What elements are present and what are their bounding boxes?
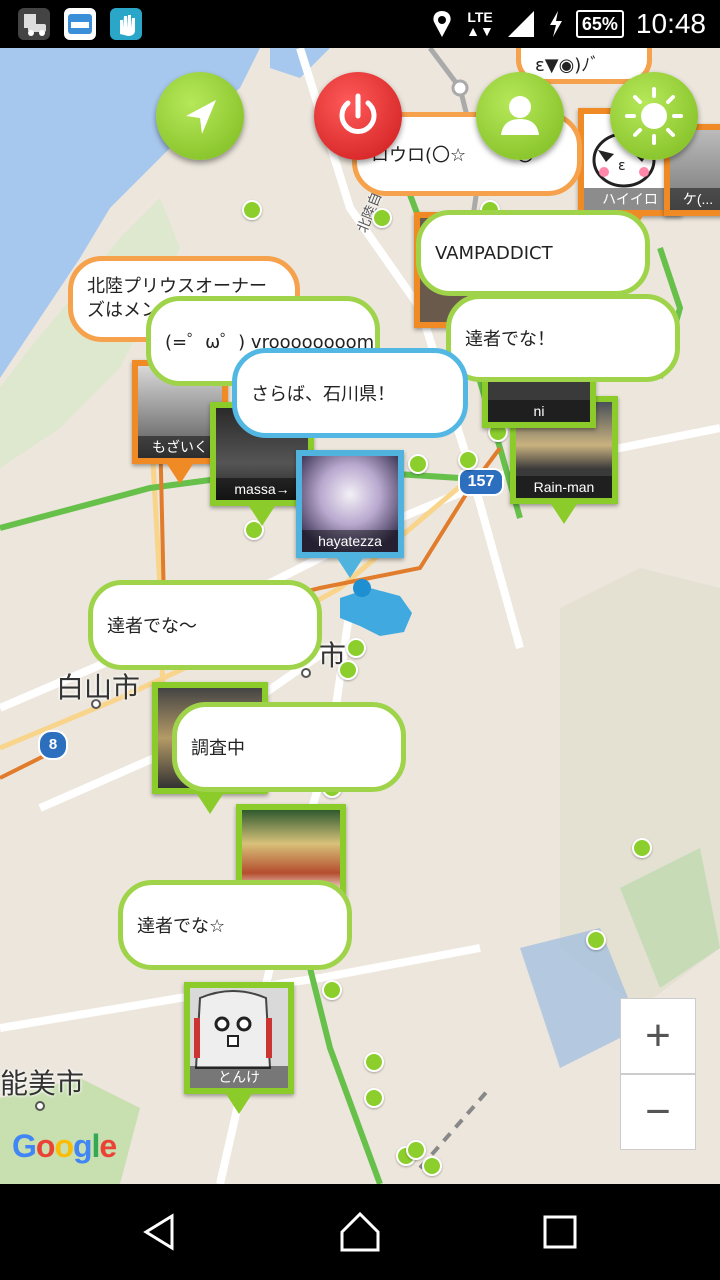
- bubble-tassha-2: 達者でな〜: [88, 580, 322, 670]
- bubble-vampaddict: VAMPADDICT: [416, 210, 650, 296]
- marker-label: ケ(...: [670, 188, 720, 210]
- profile-button[interactable]: [476, 72, 564, 160]
- navigation-bar: [0, 1184, 720, 1280]
- hand-app-icon: [110, 8, 142, 40]
- route-badge-8: 8: [38, 730, 68, 760]
- marker-label: hayatezza: [302, 530, 398, 552]
- marker-pointer: [551, 504, 577, 524]
- bubble-saraba: さらば、石川県！: [232, 348, 468, 438]
- marker-pointer: [167, 464, 193, 484]
- user-dot[interactable]: [372, 208, 392, 228]
- home-icon: [340, 1211, 380, 1252]
- signal-icon: [507, 11, 534, 37]
- power-icon: [339, 93, 377, 134]
- back-button[interactable]: [136, 1208, 184, 1256]
- marker-pointer: [197, 794, 223, 814]
- clock: 10:48: [635, 8, 706, 39]
- bubble-tassha-1: 達者でな！: [446, 294, 680, 382]
- user-dot[interactable]: [338, 660, 358, 680]
- user-marker-hayatezza[interactable]: hayatezza: [296, 450, 404, 578]
- battery-level: 65%: [575, 10, 624, 38]
- home-button[interactable]: [336, 1208, 384, 1256]
- svg-text:ε: ε: [618, 158, 626, 174]
- marker-label: とんけ: [190, 1066, 288, 1088]
- route-badge-157: 157: [458, 468, 504, 496]
- marker-pointer: [249, 506, 275, 526]
- car-app-icon: [18, 8, 50, 40]
- user-dot[interactable]: [408, 454, 428, 474]
- marker-label: ハイイロ: [584, 188, 676, 210]
- zoom-in-button[interactable]: +: [620, 998, 696, 1074]
- charging-icon: [549, 11, 562, 37]
- bubble-tassha-3: 達者でな☆: [118, 880, 352, 970]
- user-dot[interactable]: [632, 838, 652, 858]
- network-indicator: LTE ▲▼: [466, 9, 494, 39]
- user-dot[interactable]: [346, 638, 366, 658]
- marker-label: ni: [488, 400, 590, 422]
- recents-icon: [543, 1215, 577, 1249]
- bubble-chousa: 調査中: [172, 702, 406, 792]
- status-bar: LTE ▲▼ 65% 10:48: [0, 0, 720, 48]
- marker-pointer: [226, 1094, 252, 1114]
- news-app-icon: [64, 8, 96, 40]
- user-dot[interactable]: [458, 450, 478, 470]
- user-dot[interactable]: [406, 1140, 426, 1160]
- marker-label: Rain-man: [516, 476, 612, 498]
- place-label-hakusan: 白山市: [56, 672, 141, 703]
- user-marker-tonke[interactable]: とんけ: [184, 982, 294, 1114]
- user-dot[interactable]: [586, 930, 606, 950]
- person-icon: [501, 96, 539, 135]
- navigation-arrow-icon: [186, 100, 216, 134]
- marker-pointer: [337, 558, 363, 578]
- character-icon: [194, 990, 272, 1069]
- marker-label: massa→: [216, 478, 308, 500]
- user-dot[interactable]: [422, 1156, 442, 1176]
- sun-icon: [625, 87, 683, 145]
- settings-button[interactable]: [610, 72, 698, 160]
- user-dot[interactable]: [364, 1052, 384, 1072]
- power-button[interactable]: [314, 72, 402, 160]
- user-dot[interactable]: [322, 980, 342, 1000]
- recents-button[interactable]: [536, 1208, 584, 1256]
- user-dot[interactable]: [364, 1088, 384, 1108]
- zoom-out-button[interactable]: −: [620, 1074, 696, 1150]
- place-label-nomi: 能美市: [0, 1068, 85, 1099]
- user-dot[interactable]: [242, 200, 262, 220]
- location-icon: [433, 11, 451, 37]
- back-icon: [143, 1213, 174, 1251]
- map-view[interactable]: 白山市 能美市 市 157 8 北陸自動車道 もざいく massa→ hayat…: [0, 48, 720, 1184]
- google-logo: Google: [12, 1128, 117, 1164]
- navigate-button[interactable]: [156, 72, 244, 160]
